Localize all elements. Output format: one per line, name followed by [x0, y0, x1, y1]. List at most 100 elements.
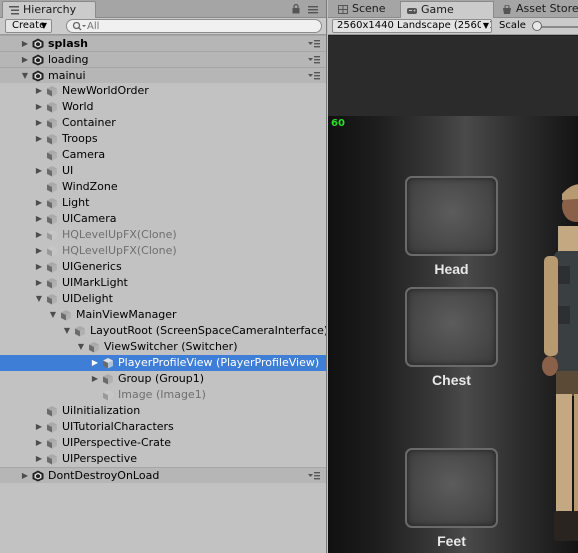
dropdown-caret-icon: ▼: [480, 20, 489, 32]
equip-slot-label: Feet: [437, 533, 466, 549]
scene-context-menu-icon[interactable]: [308, 471, 320, 481]
expand-arrow-right-icon[interactable]: ▶: [20, 52, 30, 67]
expand-arrow-down-icon[interactable]: ▼: [20, 68, 30, 83]
tree-row[interactable]: ▶ UI: [0, 163, 326, 179]
tree-row[interactable]: ▼ UIDelight: [0, 291, 326, 307]
tree-row-label: UiInitialization: [62, 404, 141, 417]
gameobject-cube-icon: [61, 310, 71, 321]
unity-scene-icon: [32, 70, 44, 82]
search-icon[interactable]: [72, 21, 86, 32]
tree-row[interactable]: ▼ ViewSwitcher (Switcher): [0, 339, 326, 355]
hierarchy-toolbar: Create ▼: [0, 18, 326, 35]
expand-arrow-right-icon[interactable]: ▶: [34, 195, 44, 211]
tree-row[interactable]: ▶ UIGenerics: [0, 259, 326, 275]
expand-arrow-right-icon[interactable]: ▶: [34, 211, 44, 227]
tab-hierarchy[interactable]: Hierarchy: [2, 1, 96, 18]
search-input[interactable]: [87, 20, 312, 32]
tree-row[interactable]: ▶ Group (Group1): [0, 371, 326, 387]
tree-row[interactable]: ▶ Container: [0, 115, 326, 131]
tree-row-label: HQLevelUpFX(Clone): [62, 228, 177, 241]
expand-arrow-right-icon[interactable]: ▶: [34, 227, 44, 243]
equip-slot-head[interactable]: [405, 176, 498, 256]
tree-row[interactable]: ▶ World: [0, 99, 326, 115]
tree-row-label: NewWorldOrder: [62, 84, 149, 97]
tree-row-label: Container: [62, 116, 116, 129]
scene-context-menu-icon[interactable]: [308, 55, 320, 65]
scene-context-menu-icon[interactable]: [308, 39, 320, 49]
tree-row[interactable]: Camera: [0, 147, 326, 163]
tree-row[interactable]: WindZone: [0, 179, 326, 195]
gameobject-cube-icon: [75, 326, 85, 337]
panel-menu-icon[interactable]: [308, 5, 318, 14]
expand-arrow-right-icon[interactable]: ▶: [90, 371, 100, 387]
expand-arrow-right-icon[interactable]: ▶: [34, 131, 44, 147]
tree-row[interactable]: ▶ HQLevelUpFX(Clone): [0, 227, 326, 243]
tree-row[interactable]: ▶ UIPerspective-Crate: [0, 435, 326, 451]
scene-row[interactable]: ▶ loading: [0, 51, 326, 67]
tab-hierarchy-label: Hierarchy: [23, 3, 77, 16]
tree-row[interactable]: UiInitialization: [0, 403, 326, 419]
tree-row-label: mainui: [48, 69, 86, 82]
tree-row[interactable]: ▼ LayoutRoot (ScreenSpaceCameraInterface): [0, 323, 326, 339]
tree-row[interactable]: ▶ UIMarkLight: [0, 275, 326, 291]
equip-slot-feet[interactable]: [405, 448, 498, 528]
search-field[interactable]: [66, 19, 322, 33]
tab-scene-label: Scene: [352, 2, 386, 15]
tree-row-label: Light: [62, 196, 90, 209]
lock-icon[interactable]: [292, 4, 300, 14]
expand-arrow-right-icon[interactable]: ▶: [90, 355, 100, 371]
tree-row[interactable]: ▶ Light: [0, 195, 326, 211]
expand-arrow-right-icon[interactable]: ▶: [34, 419, 44, 435]
expand-arrow-right-icon[interactable]: ▶: [34, 259, 44, 275]
expand-arrow-right-icon[interactable]: ▶: [20, 468, 30, 483]
tree-row-label: UIPerspective-Crate: [62, 436, 171, 449]
tab-scene[interactable]: Scene: [332, 1, 398, 18]
tree-row[interactable]: ▶ HQLevelUpFX(Clone): [0, 243, 326, 259]
expand-arrow-right-icon[interactable]: ▶: [34, 243, 44, 259]
expand-arrow-right-icon[interactable]: ▶: [34, 115, 44, 131]
scene-row[interactable]: ▶ splash: [0, 35, 326, 51]
tab-game[interactable]: Game: [400, 1, 494, 18]
expand-arrow-right-icon[interactable]: ▶: [34, 435, 44, 451]
expand-arrow-right-icon[interactable]: ▶: [34, 99, 44, 115]
gameobject-cube-icon: [47, 230, 57, 241]
expand-arrow-right-icon[interactable]: ▶: [20, 36, 30, 51]
tree-row-label: Image (Image1): [118, 388, 206, 401]
game-canvas[interactable]: 60 Head Chest Feet: [328, 116, 578, 553]
tree-row[interactable]: ▶ UITutorialCharacters: [0, 419, 326, 435]
expand-arrow-down-icon[interactable]: ▼: [34, 291, 44, 307]
scale-slider-thumb[interactable]: [532, 21, 542, 31]
viewport-letterbox: [328, 36, 578, 116]
gameobject-cube-icon: [47, 198, 57, 209]
tree-row[interactable]: ▶ PlayerProfileView (PlayerProfileView): [0, 355, 326, 371]
tree-row-label: ViewSwitcher (Switcher): [104, 340, 238, 353]
tree-row[interactable]: ▼ MainViewManager: [0, 307, 326, 323]
equip-slot-chest[interactable]: [405, 287, 498, 367]
expand-arrow-right-icon[interactable]: ▶: [34, 163, 44, 179]
soldier-character-image: [542, 184, 578, 541]
tree-row-label: PlayerProfileView (PlayerProfileView): [118, 356, 320, 369]
create-button[interactable]: Create ▼: [5, 19, 52, 33]
scene-context-menu-icon[interactable]: [308, 71, 320, 81]
tree-row[interactable]: ▶ UICamera: [0, 211, 326, 227]
expand-arrow-right-icon[interactable]: ▶: [34, 83, 44, 99]
expand-arrow-right-icon[interactable]: ▶: [34, 275, 44, 291]
tree-row[interactable]: ▶ NewWorldOrder: [0, 83, 326, 99]
tree-row[interactable]: Image (Image1): [0, 387, 326, 403]
expand-arrow-down-icon[interactable]: ▼: [62, 323, 72, 339]
gameobject-cube-icon: [103, 358, 113, 369]
tree-row[interactable]: ▶ Troops: [0, 131, 326, 147]
expand-arrow-right-icon[interactable]: ▶: [34, 451, 44, 467]
expand-arrow-down-icon[interactable]: ▼: [76, 339, 86, 355]
expand-arrow-down-icon[interactable]: ▼: [48, 307, 58, 323]
tree-row-label: World: [62, 100, 94, 113]
tree-row-label: DontDestroyOnLoad: [48, 469, 160, 482]
tab-asset-store[interactable]: Asset Store: [496, 1, 578, 18]
resolution-dropdown[interactable]: 2560x1440 Landscape (2560x1440) ▼: [332, 19, 492, 33]
scene-row[interactable]: ▶ DontDestroyOnLoad: [0, 467, 326, 483]
tree-row-label: UICamera: [62, 212, 117, 225]
game-toolbar: 2560x1440 Landscape (2560x1440) ▼ Scale: [328, 18, 578, 35]
gameobject-cube-icon: [47, 166, 57, 177]
scene-row[interactable]: ▼ mainui: [0, 67, 326, 83]
tree-row[interactable]: ▶ UIPerspective: [0, 451, 326, 467]
